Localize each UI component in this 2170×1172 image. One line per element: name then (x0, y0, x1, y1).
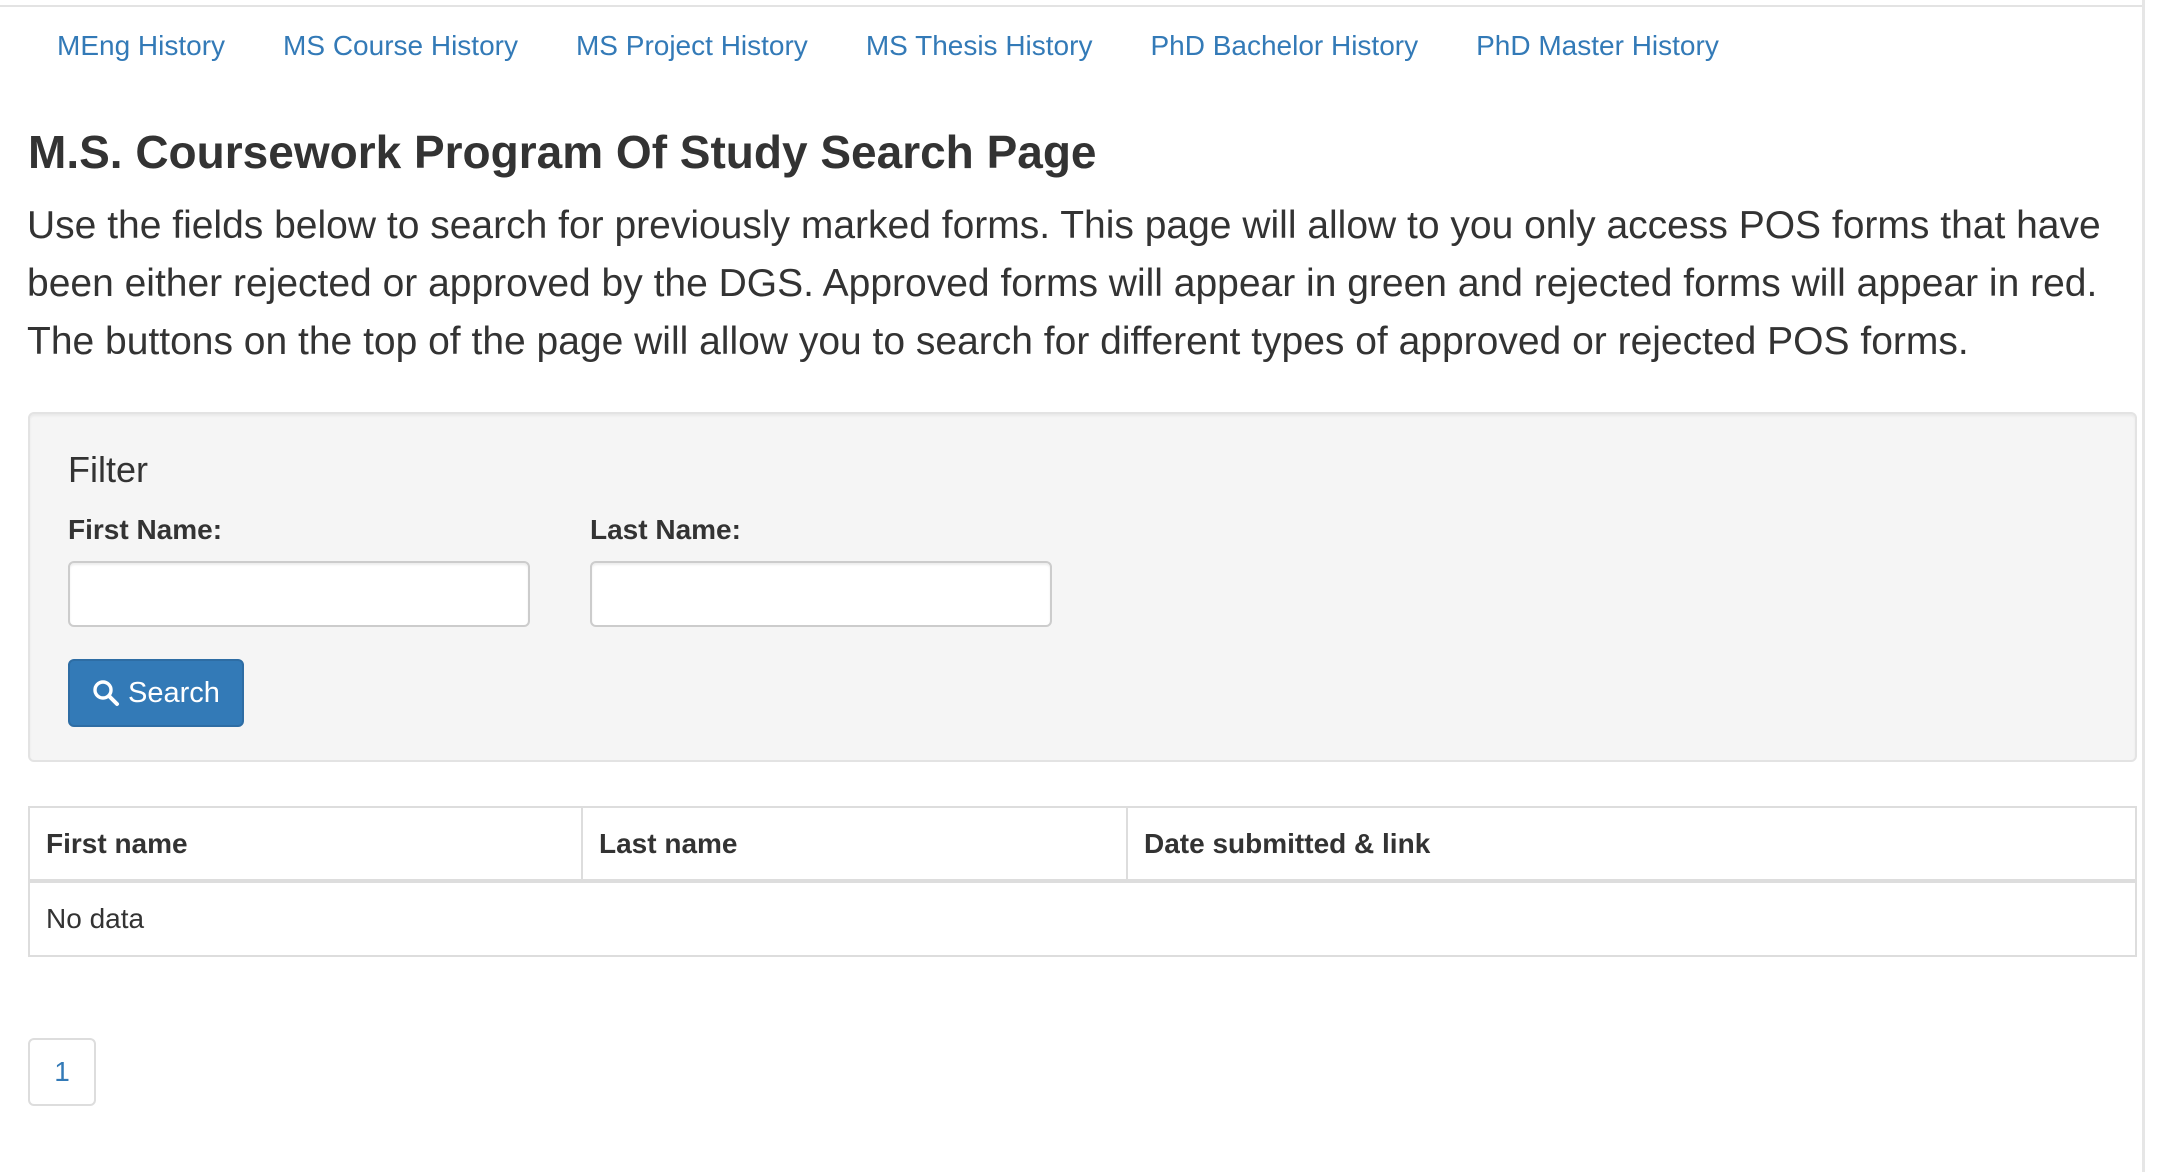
column-last-name[interactable]: Last name (581, 806, 1128, 883)
filter-heading: Filter (68, 449, 148, 490)
nav-ms-project-history[interactable]: MS Project History (547, 20, 837, 72)
history-nav: MEng History MS Course History MS Projec… (28, 20, 1748, 72)
column-date-submitted-link[interactable]: Date submitted & link (1126, 806, 2137, 883)
last-name-label: Last Name: (590, 514, 741, 545)
page-title: M.S. Coursework Program Of Study Search … (28, 126, 1097, 178)
empty-message: No data (28, 880, 2137, 957)
page-description: Use the fields below to search for previ… (27, 204, 2101, 363)
top-divider (0, 5, 2145, 7)
page: MEng History MS Course History MS Projec… (0, 0, 2170, 1172)
search-button[interactable]: Search (68, 659, 244, 727)
first-name-label: First Name: (68, 514, 223, 545)
results-table: First name Last name Date submitted & li… (28, 806, 2137, 957)
nav-phd-bachelor-history[interactable]: PhD Bachelor History (1121, 20, 1447, 72)
table-row: No data (28, 880, 2137, 957)
column-first-name[interactable]: First name (28, 806, 583, 883)
table-header-row: First name Last name Date submitted & li… (28, 806, 2137, 883)
pagination-page-1[interactable]: 1 (28, 1038, 96, 1106)
nav-ms-course-history[interactable]: MS Course History (254, 20, 547, 72)
search-button-label: Search (128, 676, 220, 709)
window-edge (2142, 0, 2145, 1172)
last-name-input[interactable] (590, 561, 1052, 627)
first-name-input[interactable] (68, 561, 530, 627)
filter-panel: Filter First Name: Last Name: Search (28, 412, 2137, 762)
nav-phd-master-history[interactable]: PhD Master History (1447, 20, 1748, 72)
search-icon (92, 679, 120, 707)
nav-ms-thesis-history[interactable]: MS Thesis History (837, 20, 1122, 72)
nav-meng-history[interactable]: MEng History (28, 20, 254, 72)
